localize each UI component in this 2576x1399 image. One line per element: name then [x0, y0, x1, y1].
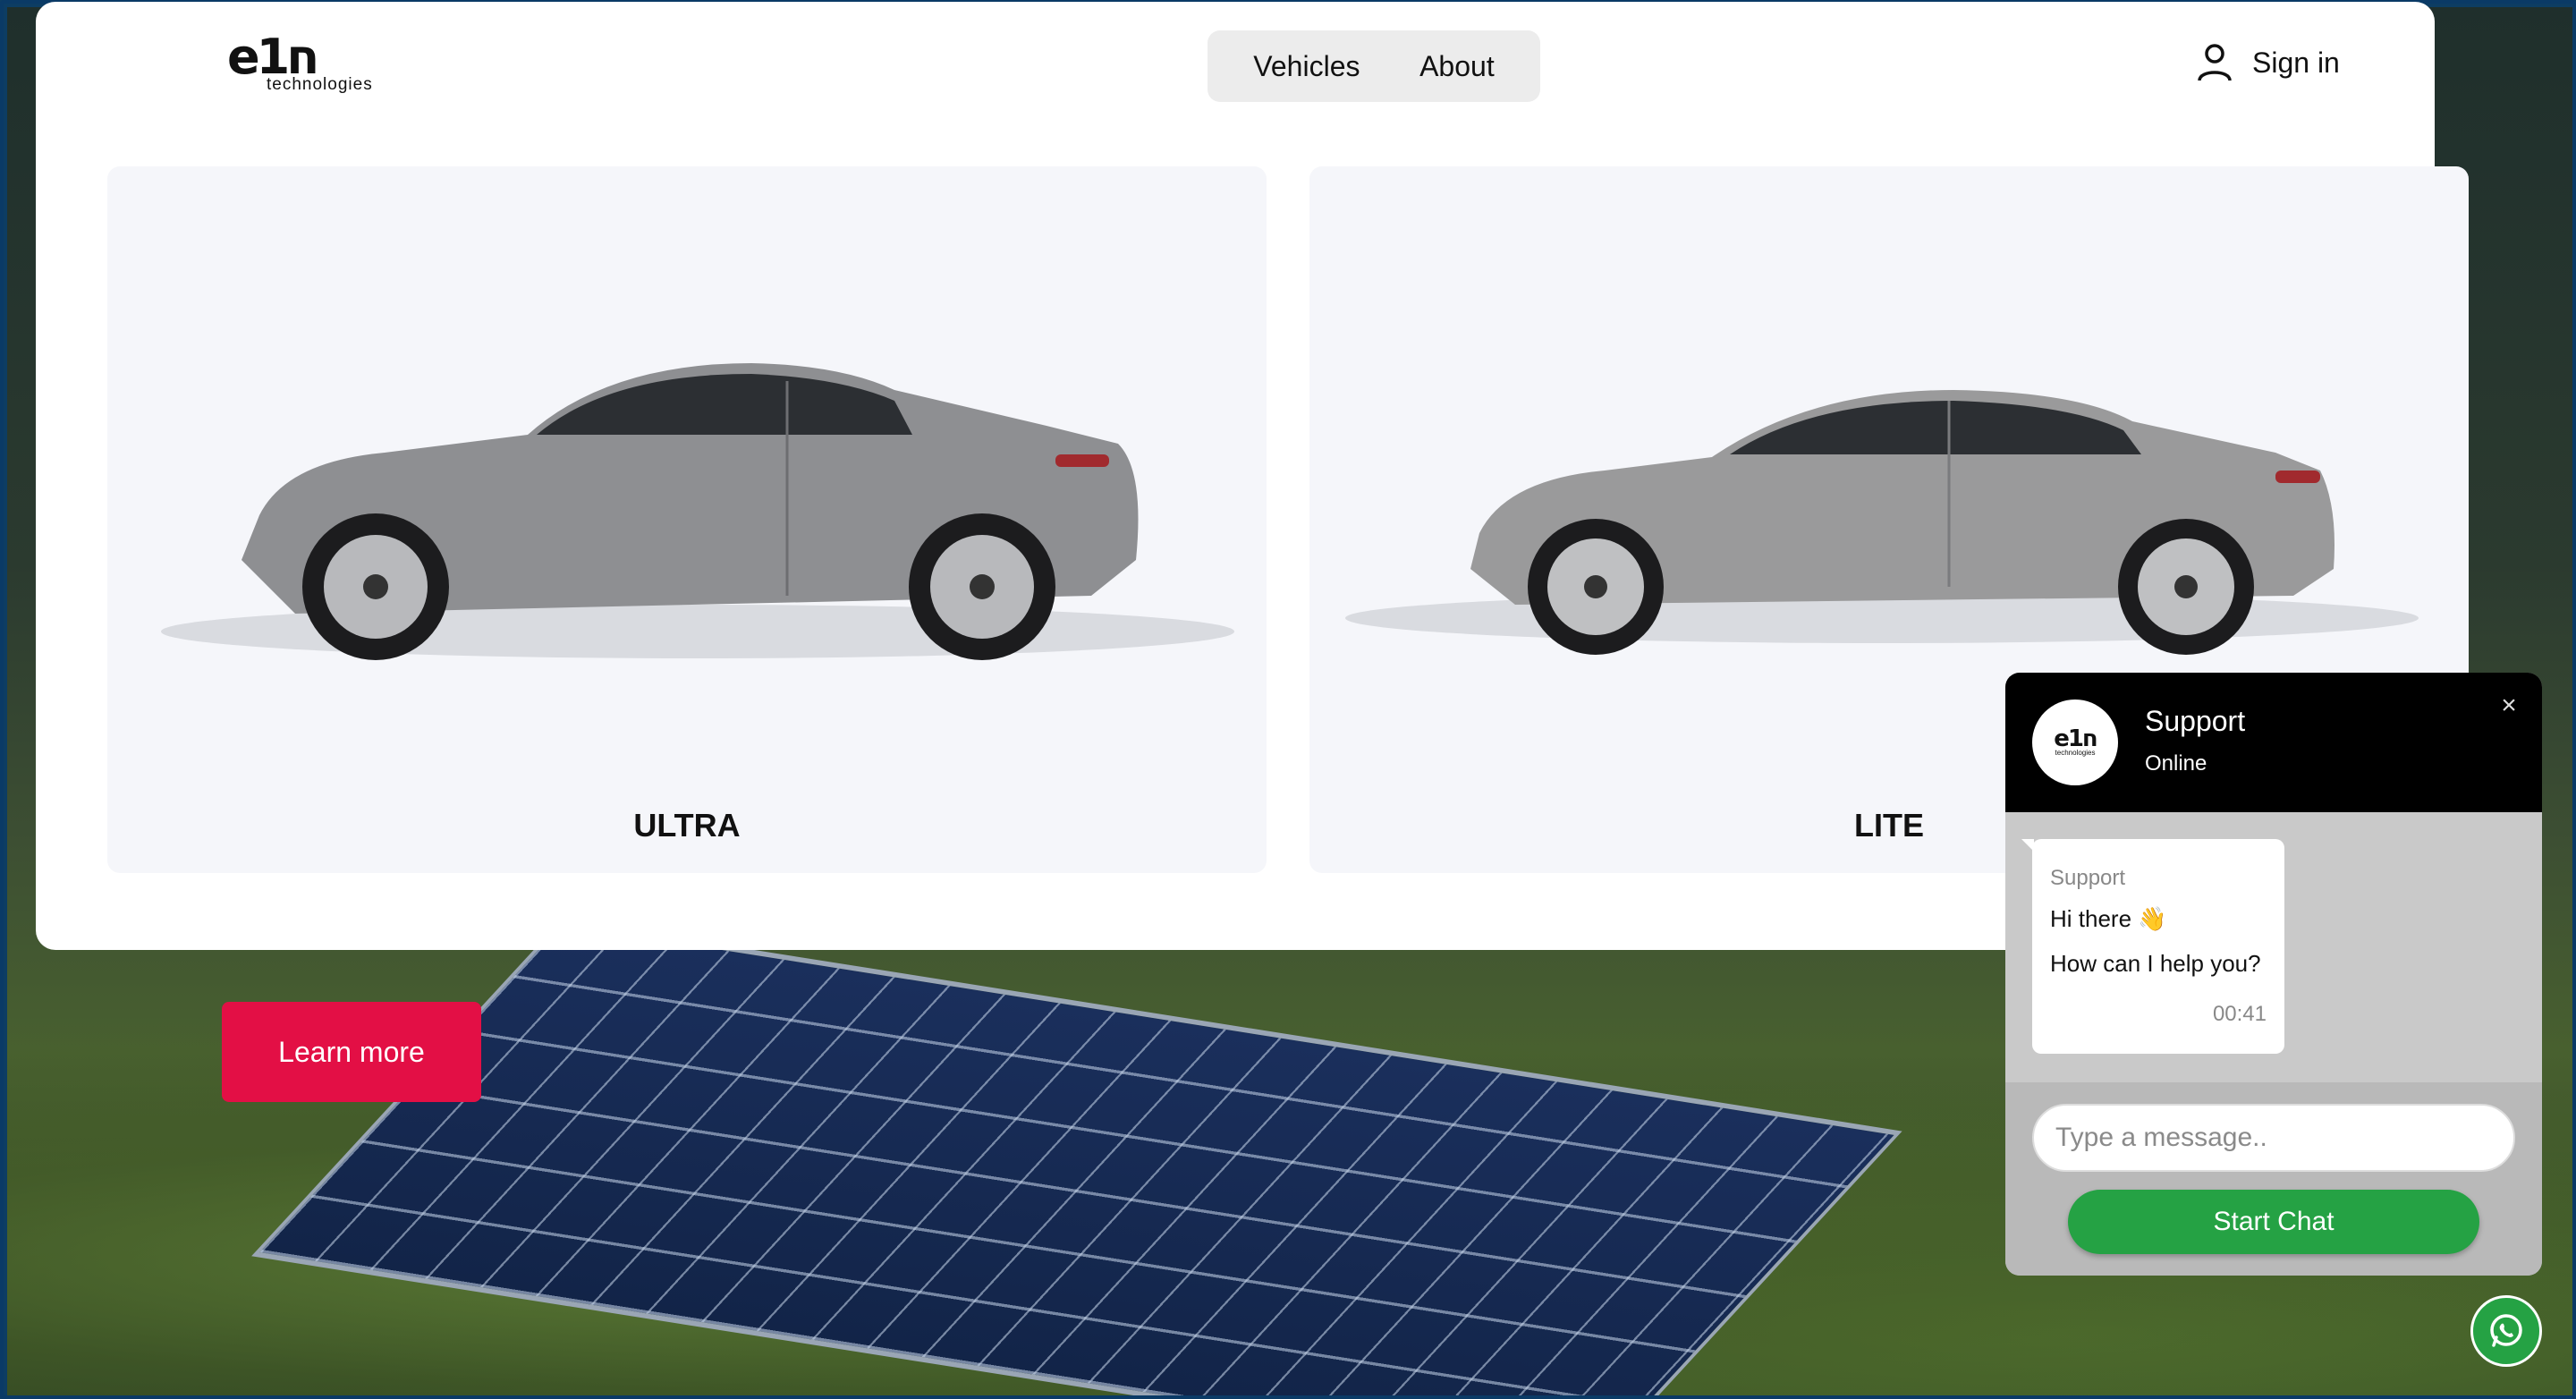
- logo-subtitle: technologies: [267, 75, 373, 94]
- vehicle-card-ultra[interactable]: ULTRA: [107, 166, 1267, 873]
- message-input[interactable]: [2032, 1104, 2515, 1172]
- logo-mark: eח1: [227, 29, 319, 85]
- message-line-2: How can I help you?: [2050, 950, 2261, 977]
- support-chat-widget: eח1 technologies Support Online × Suppor…: [2005, 673, 2542, 1276]
- sign-in-label: Sign in: [2252, 46, 2340, 79]
- chat-footer: Start Chat: [2005, 1082, 2542, 1276]
- chat-header: eח1 technologies Support Online ×: [2005, 673, 2542, 812]
- whatsapp-button[interactable]: [2470, 1295, 2542, 1367]
- chat-status: Online: [2145, 751, 2207, 776]
- nav-about[interactable]: About: [1419, 50, 1495, 83]
- whatsapp-icon: [2490, 1314, 2522, 1347]
- message-line-1: Hi there 👋: [2050, 905, 2167, 932]
- sign-in-link[interactable]: Sign in: [2197, 43, 2340, 82]
- vehicle-name-ultra: ULTRA: [633, 807, 741, 844]
- close-icon[interactable]: ×: [2496, 692, 2522, 719]
- chat-title: Support: [2145, 705, 2246, 737]
- user-icon: [2198, 44, 2232, 81]
- main-nav: Vehicles About: [1208, 30, 1540, 102]
- nav-vehicles[interactable]: Vehicles: [1253, 50, 1360, 83]
- message-bubble: Support Hi there 👋 How can I help you? 0…: [2021, 839, 2284, 1054]
- learn-more-button[interactable]: Learn more: [222, 1002, 481, 1102]
- avatar-logo-subtitle: technologies: [2055, 748, 2096, 757]
- chat-avatar: eח1 technologies: [2032, 700, 2118, 785]
- chat-messages: Support Hi there 👋 How can I help you? 0…: [2005, 812, 2542, 1082]
- message-time: 00:41: [2212, 1002, 2267, 1026]
- car-image-ultra: [161, 363, 1234, 660]
- message-sender: Support: [2050, 866, 2126, 890]
- start-chat-button[interactable]: Start Chat: [2068, 1190, 2479, 1254]
- brand-logo[interactable]: eח1 technologies: [227, 29, 424, 100]
- avatar-logo-mark: eח1: [2054, 725, 2098, 752]
